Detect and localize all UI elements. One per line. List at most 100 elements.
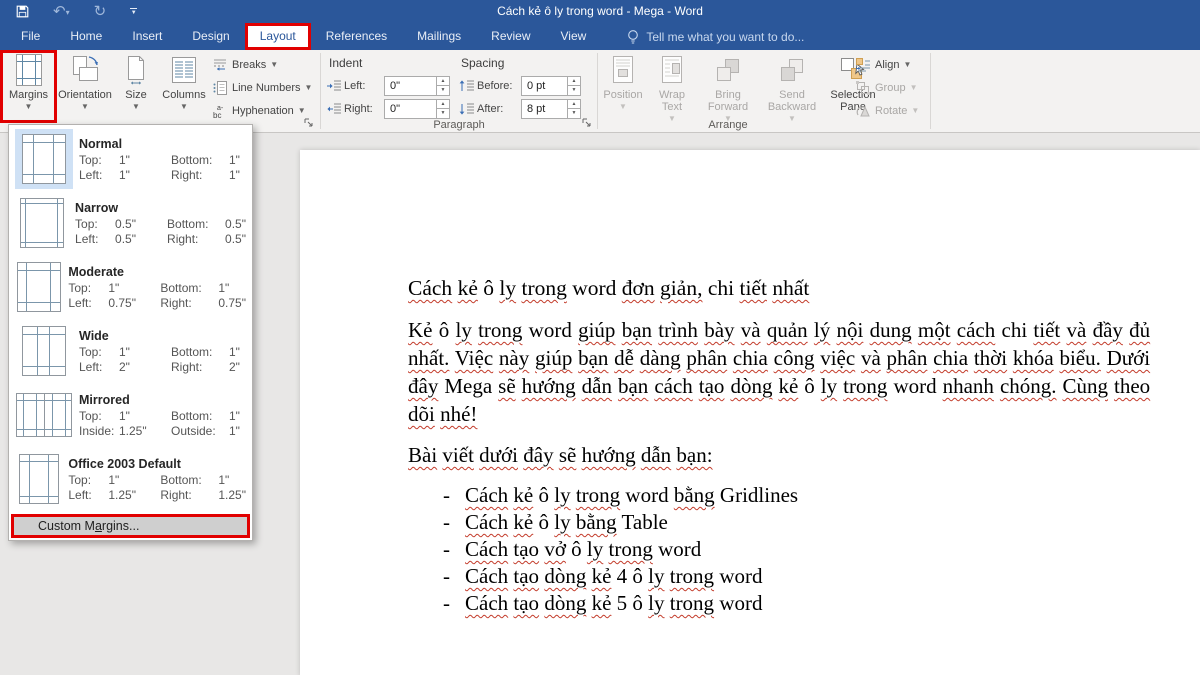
- word: sẽ: [559, 443, 577, 467]
- word: nhé!: [440, 402, 477, 426]
- word: nhất.: [408, 346, 449, 370]
- word: ô: [538, 483, 549, 507]
- margins-preset-office2003[interactable]: Office 2003 DefaultTop:1"Bottom:1"Left:1…: [9, 447, 252, 511]
- indent-left-stepper[interactable]: ▲▼: [436, 77, 449, 95]
- list-dash: -: [443, 590, 465, 617]
- document-page[interactable]: Cách kẻ ô ly trong word đơn giản, chi ti…: [300, 150, 1200, 675]
- margins-preset-wide[interactable]: WideTop:1"Bottom:1"Left:2"Right:2": [9, 319, 252, 383]
- ribbon: Margins ▼ Orientation ▼ Size ▼: [0, 50, 1200, 133]
- spacing-before-stepper[interactable]: ▲▼: [567, 77, 580, 95]
- word: giúp: [535, 346, 572, 370]
- word: giúp: [578, 318, 615, 342]
- custom-margins-accel: a: [95, 519, 102, 533]
- margin-preset-icon: [15, 193, 69, 253]
- tab-mailings[interactable]: Mailings: [402, 23, 476, 50]
- spacing-before-input[interactable]: 0 pt ▲▼: [521, 76, 581, 96]
- spacing-after-input[interactable]: 8 pt ▲▼: [521, 99, 581, 119]
- arrange-group: Position ▼ Wrap Text ▼ Bring Forward ▼: [598, 50, 930, 132]
- margin-preset-icon: [15, 385, 73, 445]
- step-up-icon[interactable]: ▲: [568, 77, 580, 87]
- indent-left-input[interactable]: 0" ▲▼: [384, 76, 450, 96]
- word: sẽ: [498, 374, 516, 398]
- word: ly: [554, 510, 570, 534]
- spacing-after-stepper[interactable]: ▲▼: [567, 100, 580, 118]
- page-setup-dialog-launcher[interactable]: [303, 117, 315, 129]
- tab-view[interactable]: View: [546, 23, 602, 50]
- word: trong: [521, 276, 566, 300]
- tab-home[interactable]: Home: [55, 23, 117, 50]
- redo-button[interactable]: ↻: [94, 4, 107, 19]
- step-up-icon[interactable]: ▲: [437, 77, 449, 87]
- line-numbers-button[interactable]: Line Numbers ▼: [212, 77, 312, 98]
- word: Cách: [465, 537, 508, 561]
- columns-button[interactable]: Columns ▼: [160, 53, 208, 110]
- size-button[interactable]: Size ▼: [114, 53, 158, 110]
- word: viết: [442, 443, 474, 467]
- word: cách: [957, 318, 995, 342]
- word: chóng.: [1000, 374, 1057, 398]
- save-button[interactable]: [16, 5, 29, 18]
- word: nhanh: [943, 374, 994, 398]
- word: Cách: [465, 591, 508, 615]
- indent-right-row: Right: 0" ▲▼: [325, 98, 450, 119]
- tab-file[interactable]: File: [6, 23, 55, 50]
- step-up-icon[interactable]: ▲: [437, 100, 449, 110]
- indent-right-input[interactable]: 0" ▲▼: [384, 99, 450, 119]
- margin-values-row: Top:1"Bottom:1": [68, 473, 246, 488]
- breaks-button[interactable]: Breaks ▼: [212, 54, 278, 75]
- margins-preset-normal[interactable]: NormalTop:1"Bottom:1"Left:1"Right:1": [9, 127, 252, 191]
- word: ly: [456, 318, 472, 342]
- margin-preset-name: Narrow: [75, 200, 246, 217]
- tell-me-box[interactable]: Tell me what you want to do...: [627, 23, 804, 50]
- tab-layout[interactable]: Layout: [245, 23, 311, 50]
- word: chi: [708, 276, 734, 300]
- margins-button[interactable]: Margins ▼: [3, 53, 54, 120]
- word: dung: [870, 318, 912, 342]
- paragraph-dialog-launcher[interactable]: [581, 117, 593, 129]
- position-button: Position ▼: [600, 53, 646, 110]
- tab-references[interactable]: References: [311, 23, 402, 50]
- word: và: [741, 318, 761, 342]
- word: tiết: [1033, 318, 1060, 342]
- step-down-icon[interactable]: ▼: [437, 86, 449, 95]
- word: ly: [554, 483, 570, 507]
- doc-paragraph: Kẻ ô ly trong word giúp bạn trình bày và…: [408, 316, 1150, 428]
- word: trong: [843, 374, 887, 398]
- word: đơn: [622, 276, 655, 300]
- doc-list-item: -Cách tạo vở ô ly trong word: [408, 536, 1150, 563]
- chevron-down-icon: ▼: [25, 103, 33, 110]
- margins-preset-moderate[interactable]: ModerateTop:1"Bottom:1"Left:0.75"Right:0…: [9, 255, 252, 319]
- customize-quick-access-button[interactable]: ▼: [130, 8, 137, 15]
- tab-review[interactable]: Review: [476, 23, 545, 50]
- document-content: Cách kẻ ô ly trong word đơn giản, chi ti…: [408, 274, 1150, 617]
- word: tạo: [513, 591, 539, 615]
- window-title: Cách kẻ ô ly trong word - Mega - Word: [0, 0, 1200, 23]
- doc-list-item: -Cách kẻ ô ly bằng Table: [408, 509, 1150, 536]
- word: và: [1066, 318, 1086, 342]
- margin-values-row: Inside:1.25"Outside:1": [79, 424, 246, 439]
- step-up-icon[interactable]: ▲: [568, 100, 580, 110]
- orientation-button[interactable]: Orientation ▼: [58, 53, 112, 110]
- tab-design[interactable]: Design: [177, 23, 244, 50]
- margins-preset-narrow[interactable]: NarrowTop:0.5"Bottom:0.5"Left:0.5"Right:…: [9, 191, 252, 255]
- step-down-icon[interactable]: ▼: [437, 109, 449, 118]
- word: Dưới: [1107, 346, 1151, 370]
- word: nhất: [772, 276, 809, 300]
- margin-values-row: Left:2"Right:2": [79, 360, 246, 375]
- indent-right-stepper[interactable]: ▲▼: [436, 100, 449, 118]
- word: Việc: [455, 346, 493, 370]
- tab-insert[interactable]: Insert: [117, 23, 177, 50]
- align-button[interactable]: Align ▼: [855, 54, 911, 75]
- margins-preset-mirrored[interactable]: MirroredTop:1"Bottom:1"Inside:1.25"Outsi…: [9, 383, 252, 447]
- undo-button[interactable]: ↶▾: [53, 4, 70, 19]
- custom-margins-item[interactable]: Custom Margins...: [11, 514, 250, 538]
- wrap-text-button: Wrap Text ▼: [648, 53, 696, 122]
- margin-preset-name: Wide: [79, 328, 246, 345]
- step-down-icon[interactable]: ▼: [568, 109, 580, 118]
- custom-margins-label: rgins...: [102, 519, 140, 533]
- indent-right-label: Right:: [344, 103, 380, 115]
- page-setup-group: Margins ▼ Orientation ▼ Size ▼: [0, 50, 320, 132]
- step-down-icon[interactable]: ▼: [568, 86, 580, 95]
- hyphenation-button[interactable]: a-bc Hyphenation ▼: [212, 100, 306, 121]
- margin-preset-name: Mirrored: [79, 392, 246, 409]
